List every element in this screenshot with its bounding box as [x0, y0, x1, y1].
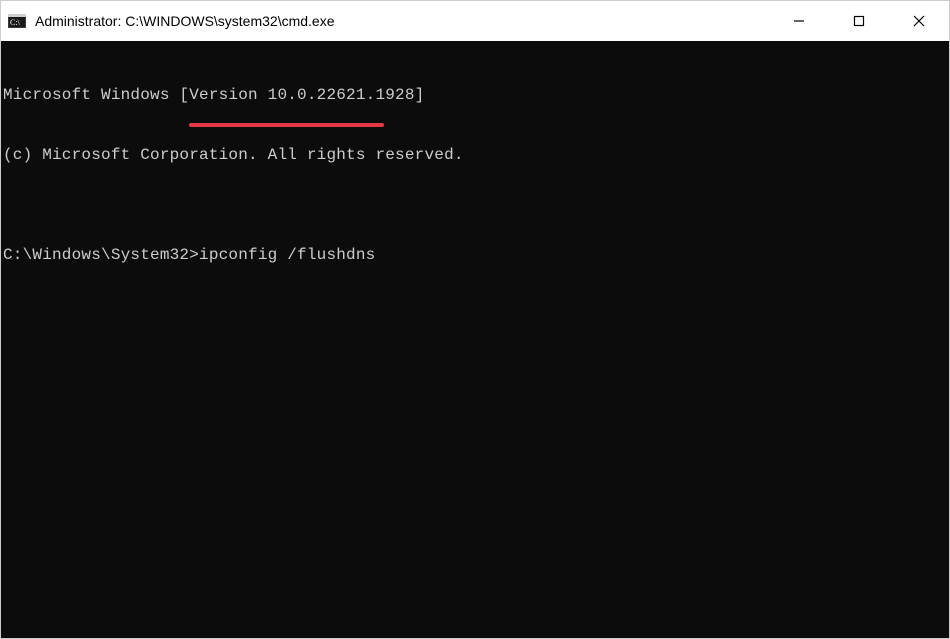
command-text: ipconfig /flushdns	[199, 245, 375, 265]
red-underline-annotation	[189, 123, 384, 127]
minimize-button[interactable]	[769, 1, 829, 41]
terminal-area[interactable]: Microsoft Windows [Version 10.0.22621.19…	[1, 41, 949, 638]
window-controls	[769, 1, 949, 41]
prompt-line: C:\Windows\System32>ipconfig /flushdns	[3, 245, 947, 265]
titlebar[interactable]: C:\ Administrator: C:\WINDOWS\system32\c…	[1, 1, 949, 41]
minimize-icon	[793, 15, 805, 27]
close-button[interactable]	[889, 1, 949, 41]
close-icon	[913, 15, 925, 27]
prompt-text: C:\Windows\System32>	[3, 245, 199, 265]
cmd-icon: C:\	[7, 11, 27, 31]
banner-line-1: Microsoft Windows [Version 10.0.22621.19…	[3, 85, 947, 105]
svg-text:C:\: C:\	[10, 18, 21, 27]
banner-line-2: (c) Microsoft Corporation. All rights re…	[3, 145, 947, 165]
cmd-window: C:\ Administrator: C:\WINDOWS\system32\c…	[0, 0, 950, 639]
window-title: Administrator: C:\WINDOWS\system32\cmd.e…	[35, 13, 769, 29]
maximize-icon	[853, 15, 865, 27]
maximize-button[interactable]	[829, 1, 889, 41]
